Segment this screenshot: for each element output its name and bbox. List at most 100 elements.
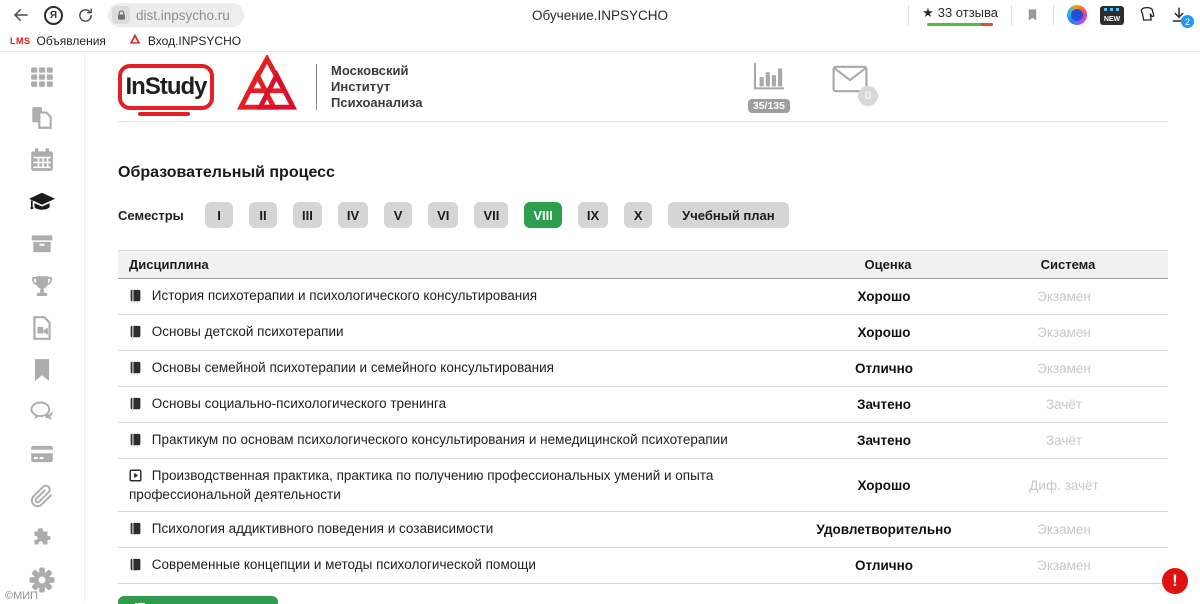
grade-value: Отлично (808, 548, 968, 584)
semester-button-II[interactable]: II (249, 202, 277, 228)
alert-notification-icon[interactable]: ! (1162, 568, 1188, 594)
mip-valknut-logo-icon[interactable] (236, 55, 298, 118)
sidebar: ©МИП (0, 52, 85, 603)
semester-button-IV[interactable]: IV (338, 202, 368, 228)
bookmark-item-inpsycho[interactable]: Вход.INPSYCHO (128, 32, 241, 49)
semester-button-I[interactable]: I (205, 202, 233, 228)
reviews-widget[interactable]: ★ 33 отзыва (922, 5, 998, 26)
sidebar-item-payment-card-icon[interactable] (0, 441, 84, 467)
bookmark-item-lms[interactable]: LMS Объявления (10, 34, 106, 48)
discipline-name: Практикум по основам психологического ко… (152, 432, 728, 447)
gradebook-button[interactable]: Зачётная книжка (118, 596, 278, 604)
semester-button-VI[interactable]: VI (428, 202, 458, 228)
progress-badge: 35/135 (748, 99, 790, 113)
refresh-icon[interactable] (77, 7, 94, 24)
book-icon (129, 361, 142, 378)
extension-new-icon[interactable]: NEW (1100, 6, 1124, 25)
address-bar[interactable]: dist.inpsycho.ru (108, 3, 244, 27)
bookmarks-bar: LMS Объявления Вход.INPSYCHO (0, 30, 1200, 52)
book-icon (129, 522, 142, 539)
sidebar-item-chat-icon[interactable] (0, 399, 84, 425)
table-row[interactable]: Психология аддиктивного поведения и соза… (118, 512, 1168, 548)
system-value: Экзамен (968, 279, 1168, 315)
sidebar-item-education-cap-icon[interactable] (0, 189, 84, 215)
page-title: Образовательный процесс (118, 164, 1168, 182)
sidebar-item-bookmark-icon[interactable] (0, 357, 84, 383)
column-header-discipline: Дисциплина (118, 251, 808, 279)
grade-value: Хорошо (808, 459, 968, 512)
semester-buttons: IIIIIIIVVVIVIIVIIIIXX (205, 202, 652, 228)
grade-value: Хорошо (808, 279, 968, 315)
grade-value: Зачтено (808, 423, 968, 459)
sidebar-item-documents-icon[interactable] (0, 105, 84, 131)
divider (1011, 5, 1012, 25)
back-icon[interactable] (12, 6, 30, 24)
semester-button-III[interactable]: III (293, 202, 322, 228)
bookmark-label: Вход.INPSYCHO (148, 34, 241, 48)
column-header-grade: Оценка (808, 251, 968, 279)
table-row[interactable]: Современные концепции и методы психологи… (118, 548, 1168, 584)
table-row[interactable]: Практикум по основам психологического ко… (118, 423, 1168, 459)
sidebar-item-archive-box-icon[interactable] (0, 231, 84, 257)
discipline-name: Основы детской психотерапии (152, 324, 344, 339)
table-row[interactable]: Основы детской психотерапии Хорошо Экзам… (118, 315, 1168, 351)
main-area: InStudy Московский Институт Психоанализа… (85, 52, 1200, 603)
table-row[interactable]: Производственная практика, практика по п… (118, 459, 1168, 512)
semester-button-X[interactable]: X (624, 202, 652, 228)
book-icon (129, 433, 142, 450)
semesters-label: Семестры (118, 208, 205, 223)
semester-button-IX[interactable]: IX (578, 202, 608, 228)
discipline-name: Основы социально-психологического тренин… (152, 396, 446, 411)
sidebar-item-puzzle-icon[interactable] (0, 525, 84, 551)
lock-icon[interactable] (112, 6, 130, 24)
lms-icon: LMS (10, 36, 31, 46)
instudy-logo-text: InStudy (126, 73, 207, 101)
sidebar-item-calendar-icon[interactable] (0, 147, 84, 173)
semester-button-VIII[interactable]: VIII (524, 202, 562, 228)
institute-name: Московский Институт Психоанализа (331, 63, 423, 111)
book-icon (129, 397, 142, 414)
site-header: InStudy Московский Институт Психоанализа… (118, 52, 1168, 122)
book-icon (129, 325, 142, 342)
study-plan-button[interactable]: Учебный план (668, 202, 788, 228)
browser-profile-icon[interactable]: Я (44, 6, 63, 25)
instudy-logo[interactable]: InStudy (118, 64, 214, 110)
system-value: Экзамен (968, 351, 1168, 387)
header-divider (316, 64, 317, 110)
system-value: Диф. зачёт (968, 459, 1168, 512)
semester-button-V[interactable]: V (384, 202, 412, 228)
video-play-icon (129, 469, 142, 486)
mail-widget[interactable]: 0 (832, 65, 868, 98)
sidebar-item-apps-grid-icon[interactable] (0, 63, 84, 89)
browser-toolbar: Я dist.inpsycho.ru Обучение.INPSYCHO ★ 3… (0, 0, 1200, 30)
discipline-name: Современные концепции и методы психологи… (152, 557, 536, 572)
table-row[interactable]: История психотерапии и психологического … (118, 279, 1168, 315)
star-icon: ★ (922, 5, 934, 21)
semester-button-VII[interactable]: VII (474, 202, 508, 228)
bookmark-label: Объявления (37, 34, 106, 48)
divider (908, 5, 909, 25)
grade-value: Зачтено (808, 387, 968, 423)
system-value: Зачёт (968, 387, 1168, 423)
table-header-row: Дисциплина Оценка Система (118, 251, 1168, 279)
extension-color-circle-icon[interactable] (1067, 5, 1087, 25)
progress-widget[interactable]: 35/135 (748, 61, 790, 113)
copyright-label: ©МИП (5, 590, 38, 602)
book-icon (129, 289, 142, 306)
table-row[interactable]: Основы социально-психологического тренин… (118, 387, 1168, 423)
column-header-system: Система (968, 251, 1168, 279)
instudy-logo-stand (138, 112, 190, 116)
table-row[interactable]: Основы семейной психотерапии и семейного… (118, 351, 1168, 387)
extension-glove-icon[interactable] (1137, 5, 1157, 25)
discipline-name: История психотерапии и психологического … (152, 288, 537, 303)
sidebar-item-video-file-icon[interactable] (0, 315, 84, 341)
divider (1053, 5, 1054, 25)
downloads-icon[interactable]: 2 (1170, 6, 1188, 24)
discipline-name: Производственная практика, практика по п… (129, 468, 713, 502)
bar-chart-icon (751, 61, 787, 98)
grades-table: Дисциплина Оценка Система История психот… (118, 250, 1168, 584)
sidebar-item-attachment-icon[interactable] (0, 483, 84, 509)
bookmark-flag-icon[interactable] (1025, 6, 1040, 24)
grade-value: Отлично (808, 351, 968, 387)
sidebar-item-trophy-icon[interactable] (0, 273, 84, 299)
